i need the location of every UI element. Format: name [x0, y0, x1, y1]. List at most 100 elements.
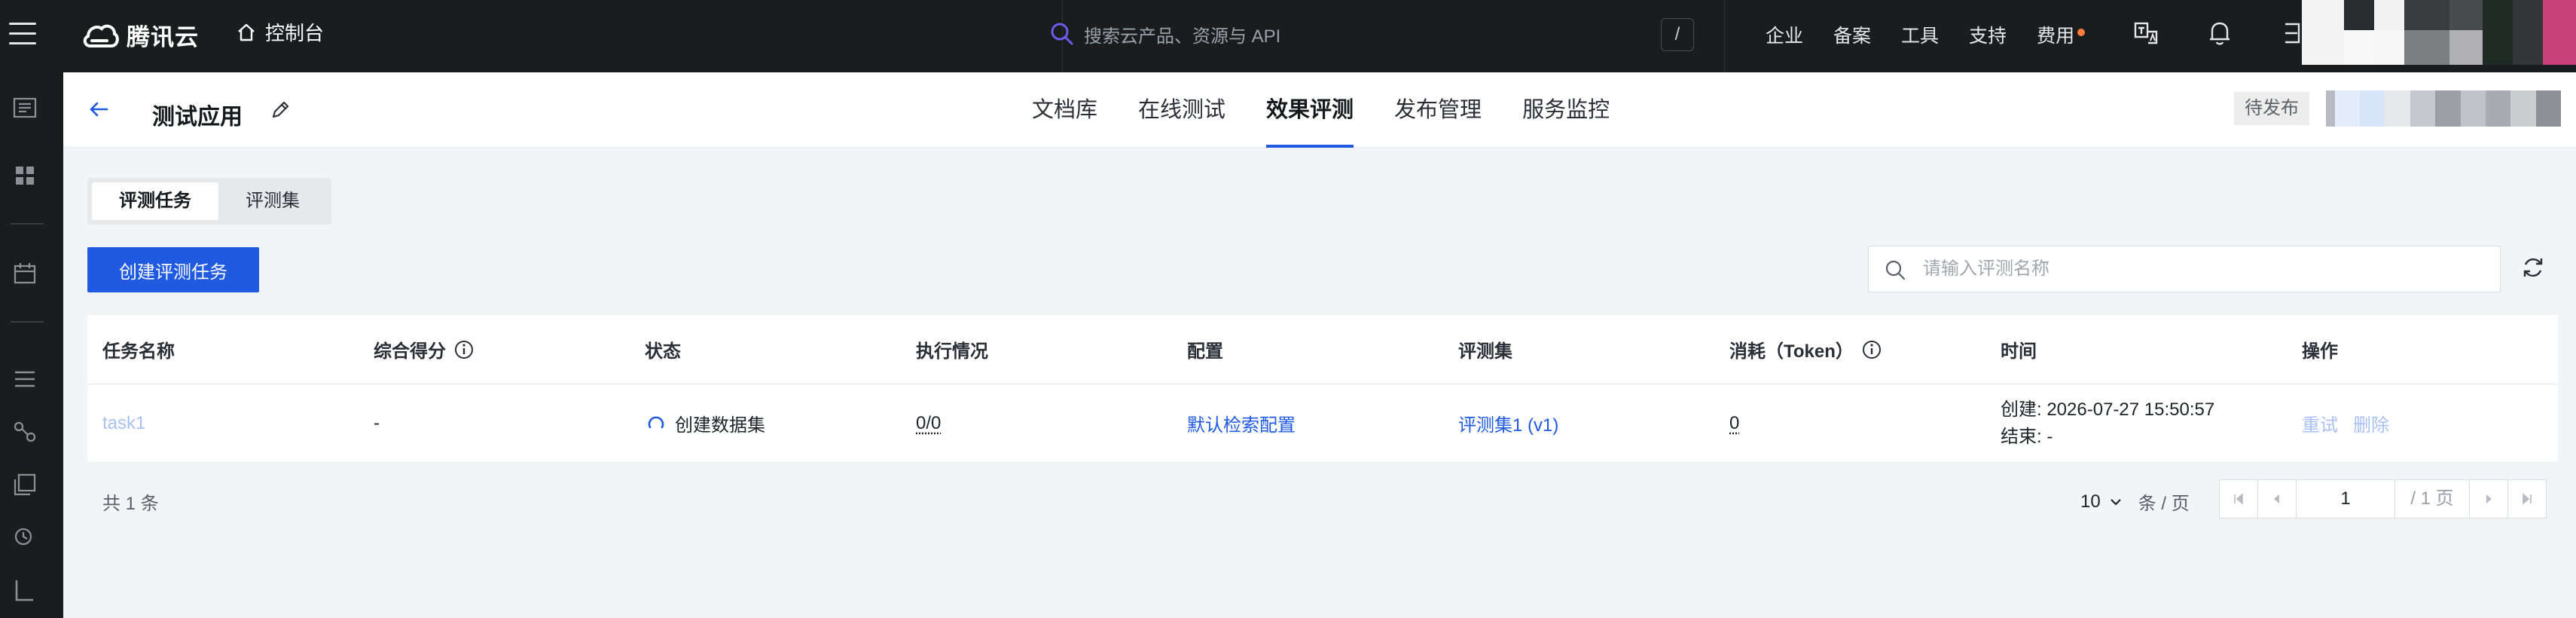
task-name-link[interactable]: task1 [102, 384, 145, 462]
col-task-name: 任务名称 [102, 341, 175, 362]
search-icon [1051, 23, 1073, 45]
logo[interactable]: 腾讯云 [81, 18, 199, 52]
task-config-link[interactable]: 默认检索配置 [1187, 384, 1296, 462]
col-time: 时间 [2001, 341, 2037, 362]
rail-divider [11, 321, 44, 323]
total-count: 共 1 条 [102, 494, 159, 514]
first-page-button[interactable] [2219, 479, 2258, 519]
page-size-select[interactable]: 10 条 / 页 [2080, 488, 2190, 515]
calendar-icon[interactable] [12, 261, 38, 286]
task-tokens[interactable]: 0 [1729, 384, 1739, 462]
retry-button[interactable]: 重试 [2302, 410, 2338, 436]
bell-icon[interactable] [2207, 20, 2233, 47]
app-header: 测试应用 文档库 在线测试 效果评测 发布管理 服务监控 待发布 [63, 72, 2576, 148]
gallery-icon[interactable] [12, 472, 38, 497]
col-score: 综合得分 [374, 315, 475, 384]
refresh-icon[interactable] [2520, 255, 2546, 280]
segment-evaluation-tasks[interactable]: 评测任务 [92, 182, 218, 220]
task-time: 创建: 2026-07-27 15:50:57 结束: - [2001, 384, 2214, 462]
document-icon[interactable] [12, 577, 38, 603]
create-evaluation-task-button[interactable]: 创建评测任务 [87, 247, 259, 292]
col-tokens-label: 消耗（Token） [1729, 341, 1854, 362]
evaluation-task-table: 任务名称 综合得分 状态 执行情况 配置 评测集 消耗（Token） 时间 操作… [87, 315, 2558, 463]
col-status: 状态 [645, 341, 681, 362]
task-progress[interactable]: 0/0 [916, 384, 941, 462]
edit-pencil-icon[interactable] [270, 98, 292, 121]
task-created-time: 创建: 2026-07-27 15:50:57 [2001, 399, 2215, 420]
col-config: 配置 [1187, 341, 1223, 362]
nav-link-enterprise[interactable]: 企业 [1766, 21, 1803, 48]
nav-link-support[interactable]: 支持 [1969, 21, 2007, 48]
table-header: 任务名称 综合得分 状态 执行情况 配置 评测集 消耗（Token） 时间 操作 [87, 315, 2558, 384]
app-title: 测试应用 [152, 105, 243, 130]
tab-online-test[interactable]: 在线测试 [1138, 72, 1225, 148]
product-icon[interactable] [12, 95, 38, 121]
task-score: - [374, 412, 380, 433]
total-pages: / 1 页 [2394, 479, 2470, 519]
last-page-button[interactable] [2507, 479, 2547, 519]
col-progress: 执行情况 [916, 341, 988, 362]
evaluation-search-input[interactable] [1923, 254, 2480, 284]
rail-divider [11, 223, 44, 225]
task-status: 创建数据集 [646, 384, 765, 462]
page-size-value: 10 [2080, 491, 2101, 512]
segment-evaluation-sets[interactable]: 评测集 [218, 182, 327, 220]
delete-button[interactable]: 删除 [2353, 410, 2389, 436]
col-tokens: 消耗（Token） [1729, 315, 1882, 384]
next-page-button[interactable] [2469, 479, 2508, 519]
task-status-label: 创建数据集 [675, 415, 765, 436]
translate-icon[interactable] [2133, 20, 2160, 47]
search-shortcut-key: / [1661, 18, 1694, 51]
top-links: 企业 备案 工具 支持 费用 [1766, 21, 2086, 48]
home-icon [238, 23, 255, 41]
task-actions: 重试 删除 [2302, 384, 2389, 462]
top-nav-bar: 腾讯云 控制台 搜索云产品、资源与 API / 企业 备案 工具 支持 费用 [0, 0, 2576, 72]
last-page-icon [2523, 493, 2532, 505]
list-icon[interactable] [12, 366, 38, 392]
table-row: task1 - 创建数据集 0/0 默认检索配置 评测集1 (v1) 0 创建:… [87, 384, 2558, 463]
task-ended-time: 结束: - [2001, 426, 2053, 447]
left-rail [0, 72, 63, 618]
back-arrow-icon[interactable] [86, 96, 111, 122]
col-score-label: 综合得分 [374, 341, 446, 362]
console-label: 控制台 [265, 22, 325, 44]
tab-monitoring[interactable]: 服务监控 [1522, 72, 1610, 148]
col-dataset: 评测集 [1458, 341, 1512, 362]
notification-dot [2077, 29, 2086, 36]
app-tabs: 文档库 在线测试 效果评测 发布管理 服务监控 [1032, 72, 1610, 148]
search-icon [1885, 260, 1906, 280]
user-avatar-area[interactable] [2302, 0, 2576, 65]
menu-icon[interactable] [9, 23, 36, 50]
info-icon[interactable] [1861, 339, 1882, 360]
tab-docs[interactable]: 文档库 [1032, 72, 1097, 148]
global-search[interactable]: 搜索云产品、资源与 API / [1051, 0, 1725, 72]
prev-page-icon [2274, 494, 2279, 503]
global-search-placeholder: 搜索云产品、资源与 API [1084, 26, 1281, 47]
monitor-icon[interactable] [12, 525, 38, 550]
col-actions: 操作 [2302, 341, 2338, 362]
redacted-app-info [2326, 90, 2562, 127]
link-icon[interactable] [12, 419, 38, 445]
prev-page-button[interactable] [2257, 479, 2297, 519]
publish-status-badge: 待发布 [2234, 92, 2309, 125]
brand-name: 腾讯云 [127, 24, 199, 50]
tab-evaluation[interactable]: 效果评测 [1266, 72, 1354, 148]
cloud-logo-icon [83, 24, 119, 47]
page-size-unit: 条 / 页 [2138, 494, 2190, 514]
nav-link-filing[interactable]: 备案 [1833, 21, 1871, 48]
evaluation-segment: 评测任务 评测集 [87, 178, 331, 225]
chevron-down-icon [2110, 498, 2121, 506]
evaluation-search [1868, 246, 2501, 292]
console-link[interactable]: 控制台 [237, 18, 324, 46]
page-number-input[interactable]: 1 [2296, 479, 2395, 519]
tab-release[interactable]: 发布管理 [1394, 72, 1482, 148]
nav-link-tools[interactable]: 工具 [1901, 21, 1939, 48]
next-page-icon [2486, 494, 2492, 503]
loading-spinner-icon [648, 416, 664, 428]
pagination-controls: 1 / 1 页 [2219, 479, 2547, 519]
grid-icon[interactable] [12, 163, 38, 188]
task-dataset-link[interactable]: 评测集1 (v1) [1458, 384, 1558, 462]
nav-link-fees-label: 费用 [2037, 26, 2075, 47]
nav-link-fees[interactable]: 费用 [2037, 21, 2086, 48]
info-icon[interactable] [453, 339, 475, 360]
